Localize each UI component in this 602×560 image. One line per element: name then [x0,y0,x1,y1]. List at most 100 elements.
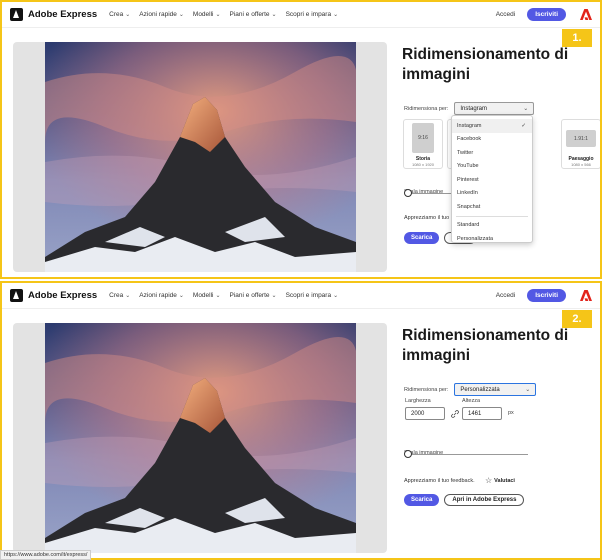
brand[interactable]: Adobe Express [10,289,97,302]
accedi-link[interactable]: Accedi [496,11,516,18]
card-thumbnail: 1.91:1 [566,130,596,147]
download-button[interactable]: Scarica [404,232,440,244]
select-value: Instagram [460,105,488,112]
adobe-express-logo-icon [10,289,23,302]
step-1-panel: Adobe Express Crea ⌄ Azioni rapide ⌄ Model… [0,0,602,279]
option-label: Instagram [457,122,482,129]
step-2-panel: Adobe Express Crea ⌄ Azioni rapide ⌄ Model… [0,281,602,560]
unit-label: px [508,410,514,416]
feedback-text: Apprezziamo il tuo feedback. [404,478,475,484]
image-preview-area [13,42,387,272]
page-title: Ridimensionamento di immagini [402,46,569,83]
option-snapchat[interactable]: Snapchat [452,200,532,214]
menu-item-crea[interactable]: Crea ⌄ [109,11,130,18]
menu-label: Modelli [192,292,214,299]
option-facebook[interactable]: Facebook [452,133,532,147]
resize-options-dropdown: Instagram ✓ Facebook Twitter YouTube Pint… [451,115,533,243]
width-input[interactable]: 2000 [405,407,445,420]
option-personalizzata[interactable]: Personalizzata [452,232,532,246]
slider-handle[interactable] [404,450,412,458]
accedi-link[interactable]: Accedi [496,292,516,299]
brand[interactable]: Adobe Express [10,8,97,21]
page-title: Ridimensionamento di immagini [402,327,569,364]
menu-item-azioni-rapide[interactable]: Azioni rapide ⌄ [139,11,184,18]
chevron-down-icon: ⌄ [333,12,339,18]
menu-item-scopri-e-impara[interactable]: Scopri e impara ⌄ [286,11,339,18]
resize-for-row: Ridimensiona per: Personalizzata ⌄ [404,383,537,396]
check-icon: ✓ [521,122,526,129]
height-input[interactable]: 1461 [462,407,502,420]
menu-label: Piani e offerte [229,11,270,18]
slider-track [408,454,528,455]
main-menu: Crea ⌄ Azioni rapide ⌄ Modelli ⌄ Piani e of… [109,11,347,18]
option-pinterest[interactable]: Pinterest [452,173,532,187]
option-standard[interactable]: Standard [452,219,532,233]
height-label: Altezza [462,398,481,404]
slider-handle[interactable] [404,189,412,197]
brand-name: Adobe Express [28,9,98,20]
chevron-down-icon: ⌄ [215,293,221,299]
menu-item-modelli[interactable]: Modelli ⌄ [193,292,221,299]
preset-card-storia[interactable]: 9:16 Storia 1080 x 1920 [403,119,443,169]
open-in-express-button[interactable]: Apri in Adobe Express [444,494,525,506]
dropdown-divider [456,215,528,217]
chevron-down-icon: ⌄ [178,293,184,299]
chevron-down-icon: ⌄ [271,12,277,18]
nav-right: Accedi Iscriviti [496,8,592,21]
menu-item-modelli[interactable]: Modelli ⌄ [193,11,221,18]
resize-for-row: Ridimensiona per: Instagram ⌄ [404,102,535,115]
card-size: 1080 x 566 [571,162,591,167]
menu-label: Crea [109,11,124,18]
adobe-logo-icon[interactable] [580,289,592,302]
chevron-down-icon: ⌄ [215,12,221,18]
menu-label: Azioni rapide [139,292,177,299]
resize-for-select[interactable]: Personalizzata ⌄ [454,383,537,396]
preset-card-paesaggio[interactable]: 1.91:1 Paesaggio 1080 x 566 [561,119,600,169]
status-bar-url: https://www.adobe.com/it/express/ [0,550,92,560]
option-twitter[interactable]: Twitter [452,146,532,160]
menu-item-piani-e-offerte[interactable]: Piani e offerte ⌄ [230,292,277,299]
iscriviti-button[interactable]: Iscriviti [527,8,566,21]
resize-for-label: Ridimensiona per: [404,386,449,393]
adobe-express-logo-icon [10,8,23,21]
menu-item-piani-e-offerte[interactable]: Piani e offerte ⌄ [230,11,277,18]
option-youtube[interactable]: YouTube [452,160,532,174]
chevron-down-icon: ⌄ [525,387,531,393]
resize-for-select[interactable]: Instagram ⌄ [454,102,535,115]
menu-label: Scopri e impara [285,292,332,299]
image-preview-area [13,323,387,553]
height-field-group: Altezza 1461 [462,398,522,420]
menu-item-azioni-rapide[interactable]: Azioni rapide ⌄ [139,292,184,299]
option-linkedin[interactable]: LinkedIn [452,187,532,201]
menu-label: Piani e offerte [229,292,270,299]
option-instagram[interactable]: Instagram ✓ [452,119,532,133]
rate-label: Valutaci [494,477,515,484]
brand-name: Adobe Express [28,290,98,301]
rate-button[interactable]: ☆ Valutaci [485,476,515,485]
menu-label: Scopri e impara [285,11,332,18]
chevron-down-icon: ⌄ [125,293,131,299]
link-icon[interactable] [451,410,459,418]
action-buttons: Scarica Apri in Adobe Express [404,494,525,506]
adobe-logo-icon[interactable] [580,8,592,21]
chevron-down-icon: ⌄ [333,293,339,299]
mountain-photo [45,323,356,553]
menu-item-crea[interactable]: Crea ⌄ [109,292,130,299]
mountain-photo [45,42,356,272]
top-nav: Adobe Express Crea ⌄ Azioni rapide ⌄ Model… [2,283,600,309]
menu-label: Azioni rapide [139,11,177,18]
resize-for-label: Ridimensiona per: [404,105,449,112]
chevron-down-icon: ⌄ [125,12,131,18]
download-button[interactable]: Scarica [404,494,440,506]
select-value: Personalizzata [460,386,500,393]
feedback-text: Apprezziamo il tuo [404,215,450,221]
main-menu: Crea ⌄ Azioni rapide ⌄ Modelli ⌄ Piani e of… [109,292,347,299]
nav-right: Accedi Iscriviti [496,289,592,302]
chevron-down-icon: ⌄ [523,106,529,112]
menu-item-scopri-e-impara[interactable]: Scopri e impara ⌄ [286,292,339,299]
iscriviti-button[interactable]: Iscriviti [527,289,566,302]
card-thumbnail: 9:16 [412,123,434,153]
top-nav: Adobe Express Crea ⌄ Azioni rapide ⌄ Model… [2,2,600,28]
star-icon: ☆ [485,476,493,485]
image-scale-slider[interactable]: Scala immagine [404,441,534,461]
